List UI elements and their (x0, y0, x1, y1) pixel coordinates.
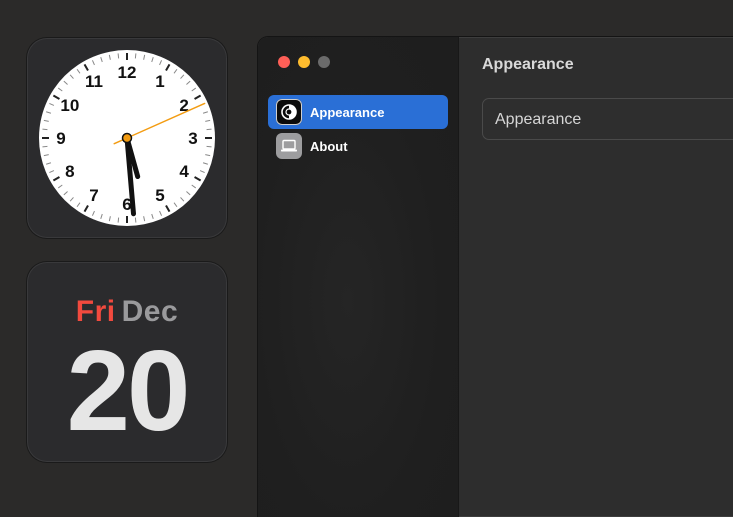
window-close-button[interactable] (278, 56, 290, 68)
clock-center-pin (121, 132, 133, 144)
sidebar: Appearance About (258, 37, 459, 517)
calendar-widget: Fri Dec 20 (27, 262, 227, 462)
calendar-date: 20 (66, 328, 191, 455)
clock-tick (42, 145, 48, 148)
clock-tick (42, 128, 48, 131)
clock-tick (134, 53, 137, 59)
window-zoom-button[interactable] (318, 56, 330, 68)
clock-tick (117, 53, 120, 59)
clock-tick (117, 217, 120, 223)
clock-numeral: 9 (56, 129, 65, 148)
clock-numeral: 7 (89, 186, 98, 205)
clock-numeral: 1 (155, 72, 164, 91)
clock-tick (134, 217, 137, 223)
clock-tick (206, 145, 212, 148)
clock-widget: 12 1 2 3 4 5 6 7 8 9 10 11 (27, 38, 227, 238)
clock-numeral: 4 (179, 162, 189, 181)
clock-face: 12 1234567891011 (39, 50, 215, 226)
appearance-icon (276, 99, 302, 125)
sidebar-item-label: About (310, 138, 348, 154)
appearance-select-value: Appearance (495, 111, 582, 128)
clock-numeral: 8 (65, 162, 74, 181)
sidebar-item-label: Appearance (310, 104, 385, 120)
laptop-icon (276, 133, 302, 159)
appearance-select[interactable]: Appearance (482, 98, 733, 140)
clock-tick (206, 128, 212, 131)
sidebar-item-appearance[interactable]: Appearance (268, 95, 448, 129)
window-minimize-button[interactable] (298, 56, 310, 68)
clock-numeral: 11 (85, 72, 103, 91)
settings-window: Appearance About Appearance Appearance (258, 37, 733, 517)
clock-numeral: 5 (155, 186, 164, 205)
page-title: Appearance (482, 56, 574, 73)
sidebar-item-about[interactable]: About (268, 129, 448, 163)
clock-numeral: 3 (188, 129, 197, 148)
clock-numeral: 12 (118, 63, 137, 82)
clock-numeral: 10 (60, 96, 79, 115)
